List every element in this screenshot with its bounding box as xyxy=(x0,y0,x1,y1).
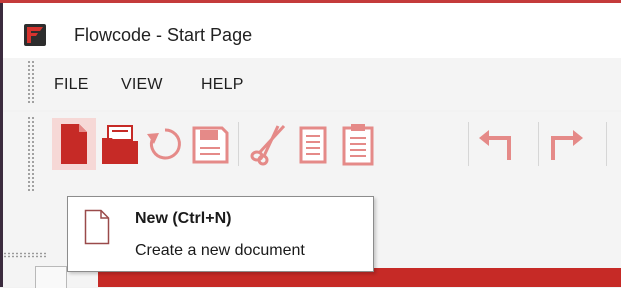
scissors-icon xyxy=(250,124,286,166)
reload-button[interactable] xyxy=(143,118,187,170)
toolbar-separator xyxy=(468,122,469,166)
cut-button[interactable] xyxy=(246,118,290,170)
redo-arrow-icon xyxy=(551,130,583,160)
toolbar-separator xyxy=(606,122,607,166)
menu-view[interactable]: VIEW xyxy=(121,76,163,94)
tooltip-description: Create a new document xyxy=(135,242,305,259)
undo-button[interactable] xyxy=(473,118,517,170)
undo-arrow-icon xyxy=(479,130,511,160)
open-folder-icon xyxy=(102,125,138,164)
copy-icon xyxy=(299,126,327,164)
window-title: Flowcode - Start Page xyxy=(74,25,253,45)
menu-bar-grip[interactable] xyxy=(27,60,35,104)
panel-grip[interactable] xyxy=(3,252,47,258)
toolbar-separator xyxy=(238,122,239,166)
flowcode-app-icon xyxy=(24,24,46,46)
save-icon xyxy=(192,126,229,164)
reload-icon xyxy=(147,128,181,160)
document-icon xyxy=(84,209,110,245)
menu-help[interactable]: HELP xyxy=(201,76,244,94)
toolbar-separator xyxy=(538,122,539,166)
menu-file[interactable]: FILE xyxy=(54,76,89,94)
paste-icon xyxy=(342,124,374,166)
paste-button[interactable] xyxy=(336,118,380,170)
menu-bar xyxy=(3,58,621,110)
new-file-icon xyxy=(61,124,87,164)
copy-button[interactable] xyxy=(291,118,335,170)
redo-button[interactable] xyxy=(545,118,589,170)
save-button[interactable] xyxy=(188,118,232,170)
new-tooltip: New (Ctrl+N) Create a new document xyxy=(67,196,374,272)
tooltip-title: New (Ctrl+N) xyxy=(135,210,232,227)
panel-tab[interactable] xyxy=(35,266,67,288)
open-button[interactable] xyxy=(98,118,142,170)
new-button[interactable] xyxy=(52,118,96,170)
